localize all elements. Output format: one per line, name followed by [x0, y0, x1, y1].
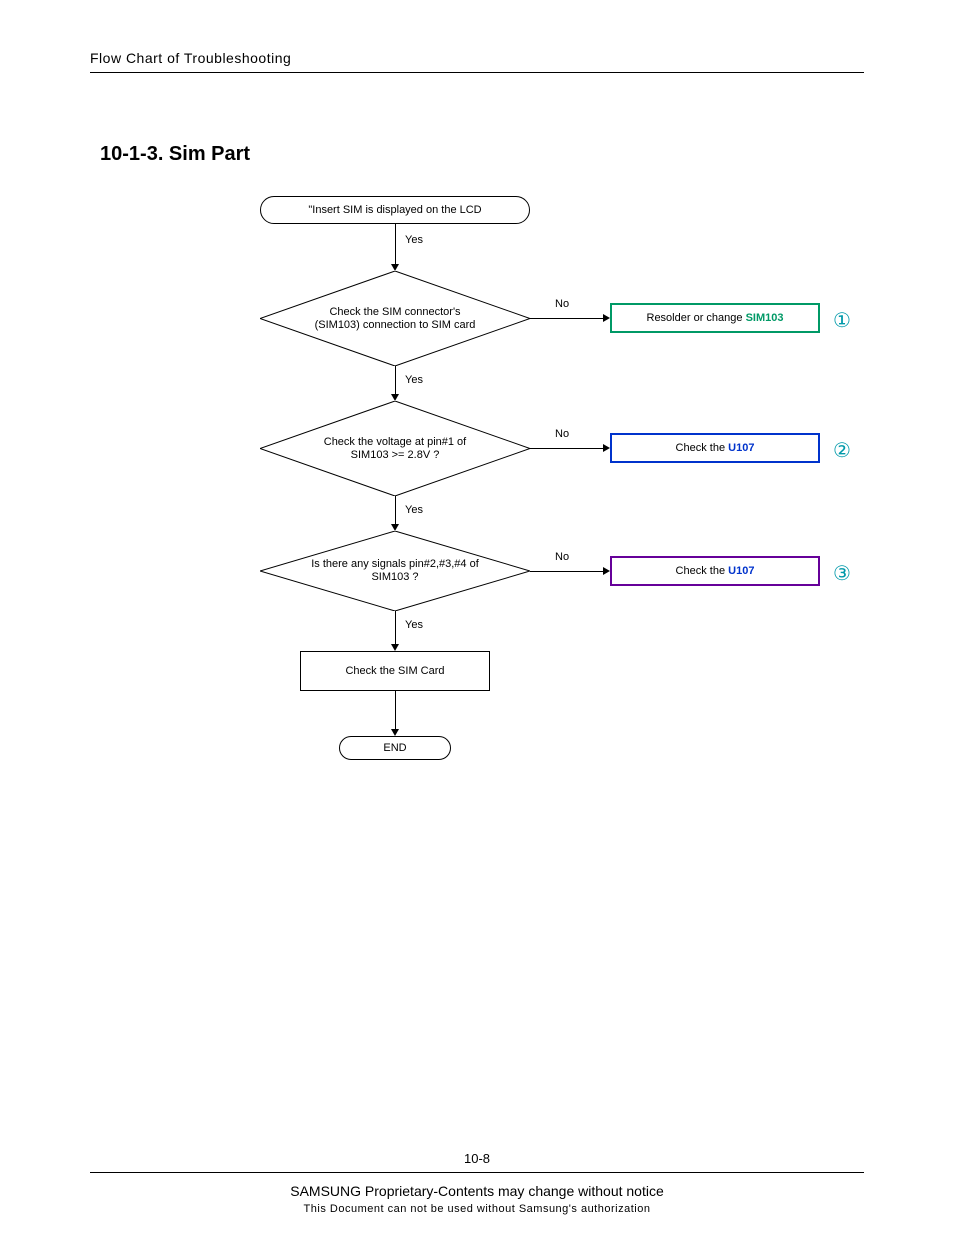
- result-resolder-sim103: Resolder or change SIM103: [610, 303, 820, 333]
- footer-rule: [90, 1172, 864, 1173]
- result-text: Resolder or change: [647, 312, 746, 324]
- footer-proprietary: SAMSUNG Proprietary-Contents may change …: [90, 1183, 864, 1199]
- decision-signals-pins: Is there any signals pin#2,#3,#4 of SIM1…: [260, 531, 530, 611]
- page-footer: 10-8 SAMSUNG Proprietary-Contents may ch…: [90, 1151, 864, 1215]
- edge-label-no: No: [555, 428, 569, 440]
- edge: [395, 611, 396, 646]
- decision-text: Check the SIM connector's (SIM103) conne…: [260, 271, 530, 366]
- decision-sim-connector: Check the SIM connector's (SIM103) conne…: [260, 271, 530, 366]
- edge-label-yes: Yes: [405, 374, 423, 386]
- decision-text: Check the voltage at pin#1 of SIM103 >= …: [260, 401, 530, 496]
- edge: [395, 496, 396, 526]
- edge-label-yes: Yes: [405, 619, 423, 631]
- page-number: 10-8: [90, 1151, 864, 1166]
- flowchart: "Insert SIM is displayed on the LCD Yes …: [165, 196, 865, 796]
- result-text: Check the: [676, 565, 729, 577]
- arrowhead-icon: [391, 264, 399, 271]
- edge: [530, 318, 605, 319]
- arrowhead-icon: [391, 524, 399, 531]
- page-header: Flow Chart of Troubleshooting: [90, 50, 864, 73]
- marker-1-icon: ①: [833, 308, 851, 333]
- edge: [395, 224, 396, 266]
- result-check-u107: Check the U107: [610, 433, 820, 463]
- edge-label-no: No: [555, 551, 569, 563]
- component-ref: SIM103: [746, 312, 784, 324]
- result-text: Check the: [676, 442, 729, 454]
- edge-label-no: No: [555, 298, 569, 310]
- process-check-sim-card: Check the SIM Card: [300, 651, 490, 691]
- arrowhead-icon: [603, 314, 610, 322]
- marker-2-icon: ②: [833, 438, 851, 463]
- edge-label-yes: Yes: [405, 234, 423, 246]
- end-node: END: [339, 736, 451, 760]
- start-node: "Insert SIM is displayed on the LCD: [260, 196, 530, 224]
- decision-text: Is there any signals pin#2,#3,#4 of SIM1…: [260, 531, 530, 611]
- arrowhead-icon: [391, 644, 399, 651]
- footer-authorization: This Document can not be used without Sa…: [90, 1203, 864, 1215]
- arrowhead-icon: [391, 729, 399, 736]
- edge: [530, 571, 605, 572]
- arrowhead-icon: [391, 394, 399, 401]
- decision-voltage-pin1: Check the voltage at pin#1 of SIM103 >= …: [260, 401, 530, 496]
- arrowhead-icon: [603, 444, 610, 452]
- edge: [395, 691, 396, 731]
- edge-label-yes: Yes: [405, 504, 423, 516]
- component-ref: U107: [728, 565, 754, 577]
- component-ref: U107: [728, 442, 754, 454]
- arrowhead-icon: [603, 567, 610, 575]
- edge: [395, 366, 396, 396]
- edge: [530, 448, 605, 449]
- result-check-u107-2: Check the U107: [610, 556, 820, 586]
- marker-3-icon: ③: [833, 561, 851, 586]
- section-title: 10-1-3. Sim Part: [100, 143, 864, 166]
